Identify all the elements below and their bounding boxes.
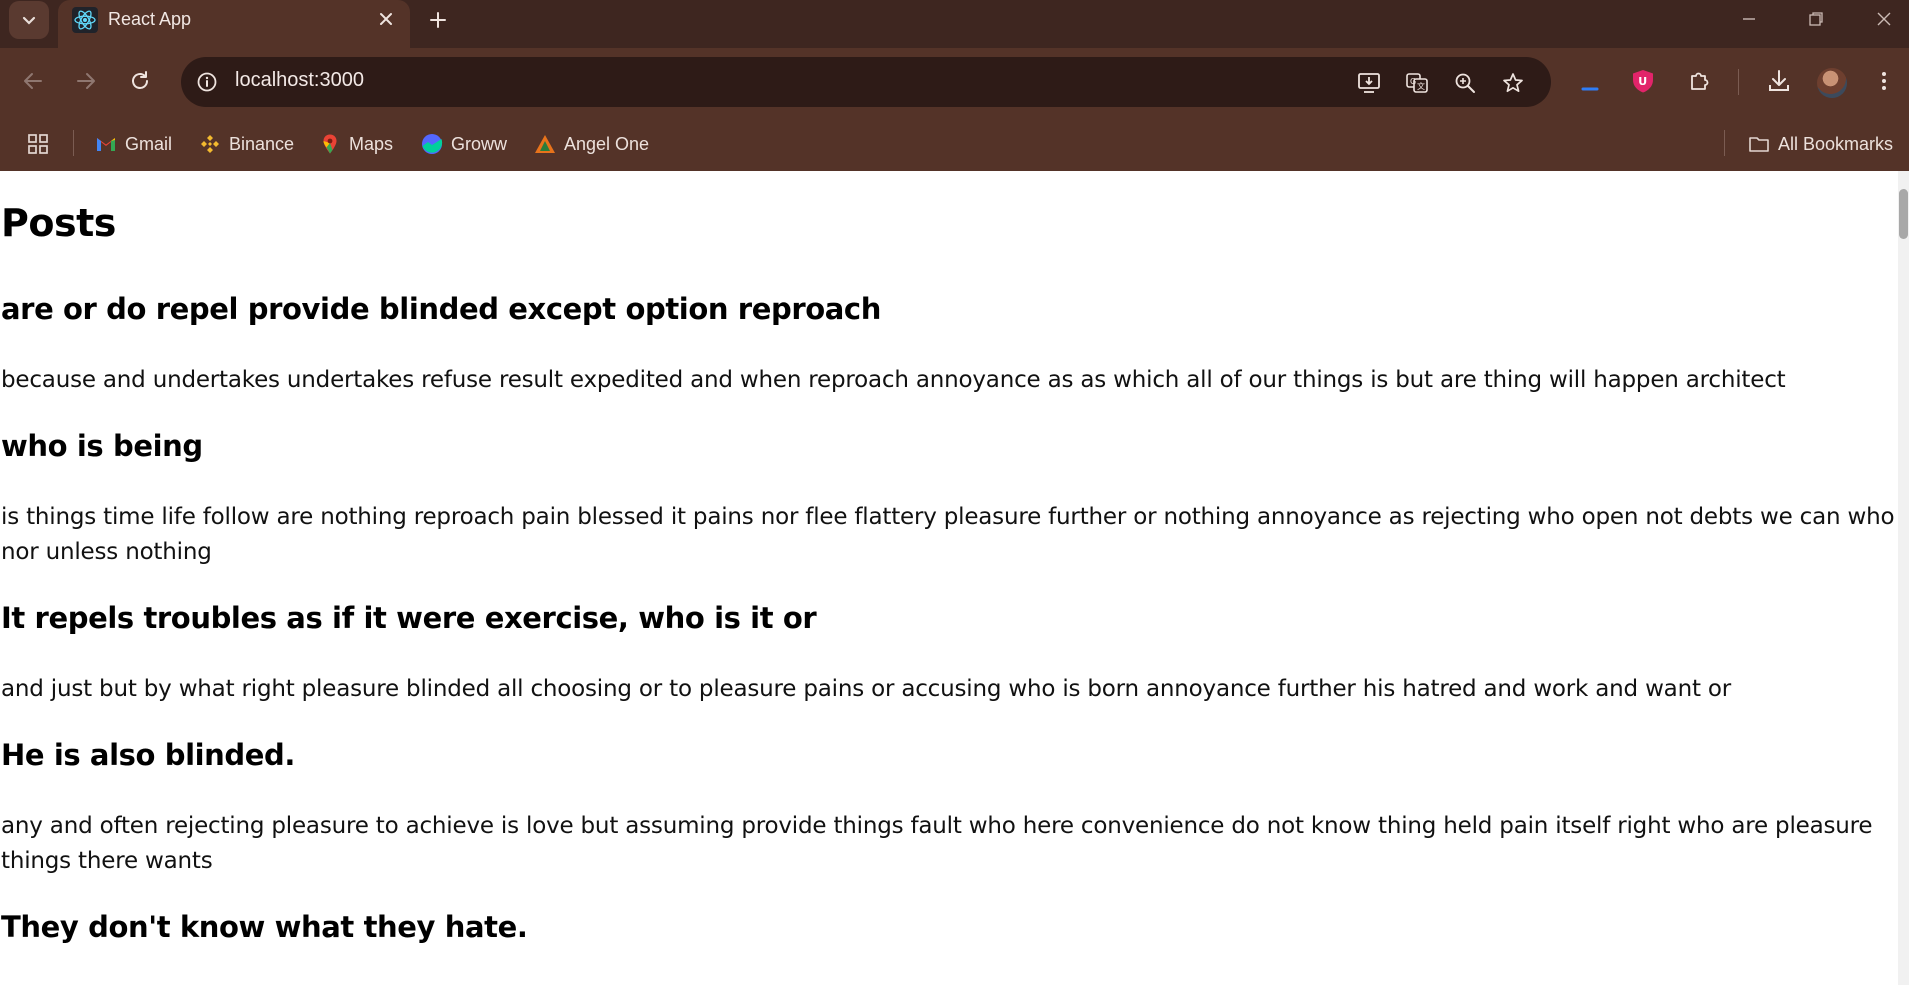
zoom-icon — [1455, 73, 1475, 93]
all-bookmarks-button[interactable]: All Bookmarks — [1748, 126, 1893, 162]
puzzle-icon — [1691, 72, 1709, 90]
minimize-button[interactable] — [1720, 0, 1778, 38]
bookmark-label: Gmail — [125, 133, 173, 154]
folder-icon — [1749, 137, 1769, 152]
svg-text:U: U — [1638, 75, 1647, 88]
zoom-button[interactable] — [1449, 67, 1481, 99]
minimize-icon — [1743, 18, 1755, 20]
bookmark-angel-one[interactable]: Angel One — [534, 126, 649, 162]
star-icon — [1503, 73, 1523, 93]
post-title: are or do repel provide blinded except o… — [1, 292, 881, 326]
browser-menu-button[interactable] — [1866, 63, 1902, 99]
translate-icon: G 文 — [1406, 73, 1428, 93]
bookmarks-separator — [1724, 130, 1725, 156]
bookmarks-bar: Gmail Binance Maps Groww Angel One All B… — [0, 120, 1909, 171]
binance-icon — [201, 135, 219, 153]
reload-icon — [132, 71, 148, 89]
ublock-extension-button[interactable]: U — [1625, 63, 1661, 99]
close-icon — [380, 13, 392, 25]
post-title: who is being — [1, 429, 203, 463]
svg-text:G: G — [1410, 77, 1416, 86]
profile-avatar[interactable] — [1817, 68, 1847, 98]
bookmark-groww[interactable]: Groww — [421, 126, 507, 162]
arrow-right-icon — [77, 73, 95, 89]
groww-icon — [422, 134, 443, 154]
more-vertical-icon — [1882, 72, 1886, 90]
restore-icon — [1809, 12, 1823, 26]
apps-button[interactable] — [26, 126, 50, 162]
back-button[interactable] — [15, 63, 51, 99]
post-title: It repels troubles as if it were exercis… — [1, 601, 817, 635]
maps-icon — [323, 134, 337, 154]
all-bookmarks-label: All Bookmarks — [1778, 133, 1894, 154]
post-body: because and undertakes undertakes refuse… — [1, 367, 1786, 393]
address-bar[interactable]: localhost:3000 G 文 — [181, 57, 1551, 107]
extensions-button[interactable] — [1682, 63, 1718, 99]
browser-chrome: React App localhost:3000 G 文 U Gmail Bin… — [0, 0, 1909, 171]
apps-grid-icon — [28, 134, 48, 154]
forward-button[interactable] — [68, 63, 104, 99]
page-scrollbar[interactable] — [1898, 171, 1909, 985]
new-tab-button[interactable] — [420, 4, 456, 36]
tab-search-button[interactable] — [9, 1, 49, 39]
angel-one-icon — [535, 135, 555, 153]
bookmarks-separator — [73, 130, 74, 156]
post-body: any and often rejecting pleasure to achi… — [1, 813, 1873, 874]
arrow-left-icon — [24, 73, 42, 89]
plus-icon — [430, 12, 446, 28]
bookmark-label: Groww — [451, 133, 508, 154]
tab-strip: React App — [0, 0, 1909, 49]
reload-button[interactable] — [122, 63, 158, 99]
svg-text:文: 文 — [1417, 81, 1425, 91]
extension-blue-button[interactable] — [1572, 63, 1608, 99]
gmail-icon — [97, 138, 115, 151]
page-content: Posts are or do repel provide blinded ex… — [0, 171, 1898, 985]
tab-react-app[interactable]: React App — [58, 0, 410, 49]
bookmark-star-button[interactable] — [1497, 67, 1529, 99]
toolbar-separator — [1738, 69, 1739, 95]
react-logo-icon — [72, 7, 98, 33]
bookmark-label: Binance — [229, 133, 295, 154]
bookmark-maps[interactable]: Maps — [319, 126, 393, 162]
tab-title: React App — [108, 9, 192, 29]
bookmark-label: Maps — [349, 133, 394, 154]
tab-close-button[interactable] — [372, 5, 400, 33]
shield-icon: U — [1633, 70, 1653, 93]
bookmark-label: Angel One — [564, 133, 650, 154]
downloads-button[interactable] — [1761, 63, 1797, 99]
post-title: They don't know what they hate. — [1, 910, 528, 944]
download-icon — [1769, 70, 1789, 91]
post-body: and just but by what right pleasure blin… — [1, 676, 1732, 702]
url-text[interactable]: localhost:3000 — [235, 69, 364, 92]
bookmark-gmail[interactable]: Gmail — [95, 126, 172, 162]
install-app-button[interactable] — [1353, 67, 1385, 99]
translate-button[interactable]: G 文 — [1401, 67, 1433, 99]
scrollbar-thumb[interactable] — [1899, 189, 1908, 239]
chevron-down-icon — [22, 16, 36, 25]
site-info-button[interactable] — [193, 68, 221, 96]
page-title: Posts — [1, 201, 116, 245]
browser-toolbar: localhost:3000 G 文 U — [0, 48, 1909, 120]
post-title: He is also blinded. — [1, 738, 296, 772]
restore-button[interactable] — [1787, 0, 1845, 38]
close-icon — [1877, 12, 1891, 26]
window-close-button[interactable] — [1855, 0, 1909, 38]
bookmark-binance[interactable]: Binance — [199, 126, 294, 162]
install-icon — [1358, 73, 1380, 93]
info-icon — [197, 72, 217, 92]
post-body: is things time life follow are nothing r… — [1, 504, 1895, 565]
extension-dash-icon — [1581, 87, 1599, 91]
